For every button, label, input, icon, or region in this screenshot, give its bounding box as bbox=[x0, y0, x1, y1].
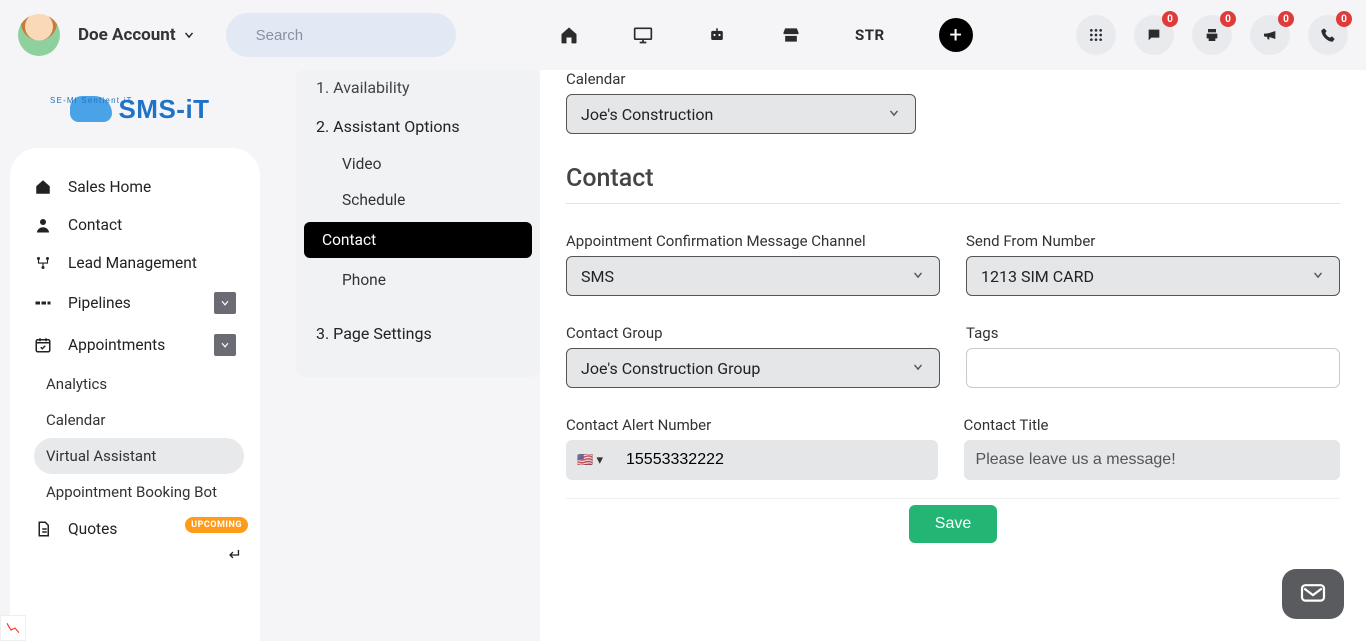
chevron-down-icon bbox=[911, 359, 925, 378]
print-badge: 0 bbox=[1220, 11, 1236, 27]
nav-label: Sales Home bbox=[68, 178, 151, 196]
print-icon[interactable]: 0 bbox=[1192, 15, 1232, 55]
nav-label: Appointments bbox=[68, 336, 165, 354]
megaphone-icon[interactable]: 0 bbox=[1250, 15, 1290, 55]
step-availability[interactable]: 1. Availability bbox=[296, 76, 540, 107]
nav-sales-home[interactable]: Sales Home bbox=[10, 168, 260, 206]
account-name: Doe Account bbox=[78, 25, 176, 45]
apps-grid-icon[interactable] bbox=[1076, 15, 1116, 55]
chevron-down-icon bbox=[214, 334, 236, 356]
nav-label: Contact bbox=[68, 216, 122, 234]
contact-title-label: Contact Title bbox=[964, 416, 1340, 434]
nav-pipelines[interactable]: Pipelines bbox=[10, 282, 260, 324]
step-contact[interactable]: Contact bbox=[304, 222, 532, 258]
pipeline-icon bbox=[34, 294, 60, 312]
nav-label: Pipelines bbox=[68, 294, 131, 312]
calendar-select[interactable]: Joe's Construction bbox=[566, 94, 916, 134]
tags-label: Tags bbox=[966, 324, 1340, 342]
step-page-settings[interactable]: 3. Page Settings bbox=[296, 314, 540, 353]
nav-virtual-assistant[interactable]: Virtual Assistant bbox=[34, 438, 244, 474]
appointments-submenu: Analytics Calendar Virtual Assistant App… bbox=[10, 366, 260, 510]
contact-group-label: Contact Group bbox=[566, 324, 940, 342]
calendar-icon bbox=[34, 336, 60, 354]
graph-icon bbox=[34, 254, 60, 272]
nav-analytics[interactable]: Analytics bbox=[46, 366, 260, 402]
contact-group-value: Joe's Construction Group bbox=[581, 359, 760, 378]
nav-quotes[interactable]: Quotes UPCOMING ↵ bbox=[10, 510, 260, 548]
enter-icon: ↵ bbox=[229, 545, 242, 564]
chevron-down-icon bbox=[887, 105, 901, 124]
mail-icon bbox=[1299, 583, 1327, 605]
robot-icon[interactable] bbox=[707, 25, 727, 45]
alert-number-label: Contact Alert Number bbox=[566, 416, 938, 434]
left-column: SMS-iT SE-Mi Sentient iT Sales Home Cont… bbox=[0, 70, 280, 641]
section-title: Contact bbox=[566, 164, 1340, 193]
step-assistant-options[interactable]: 2. Assistant Options bbox=[296, 107, 540, 146]
account-switcher[interactable]: Doe Account bbox=[78, 25, 196, 45]
chat-icon[interactable]: 0 bbox=[1134, 15, 1174, 55]
logo-tagline: SE-Mi Sentient iT bbox=[50, 96, 133, 105]
phone-badge: 0 bbox=[1336, 11, 1352, 27]
search-box[interactable] bbox=[226, 13, 456, 57]
nav-calendar[interactable]: Calendar bbox=[46, 402, 260, 438]
step-schedule[interactable]: Schedule bbox=[296, 182, 540, 218]
nav-contact[interactable]: Contact bbox=[10, 206, 260, 244]
upcoming-badge: UPCOMING bbox=[185, 517, 248, 533]
contact-title-input[interactable] bbox=[964, 440, 1340, 480]
search-input[interactable] bbox=[254, 26, 457, 45]
channel-select[interactable]: SMS bbox=[566, 256, 940, 296]
main-nav: Sales Home Contact Lead Management Pipel… bbox=[10, 148, 260, 641]
logo: SMS-iT SE-Mi Sentient iT bbox=[0, 70, 280, 148]
home-icon bbox=[34, 178, 60, 196]
phone-icon[interactable]: 0 bbox=[1308, 15, 1348, 55]
tags-input[interactable] bbox=[966, 348, 1340, 388]
add-button[interactable]: + bbox=[939, 18, 973, 52]
alert-number-field[interactable]: 🇺🇸 ▾ bbox=[566, 440, 938, 480]
channel-value: SMS bbox=[581, 267, 614, 286]
str-link[interactable]: STR bbox=[855, 26, 885, 44]
steps-nav: 1. Availability 2. Assistant Options Vid… bbox=[280, 70, 540, 641]
chevron-down-icon bbox=[182, 28, 196, 42]
from-number-label: Send From Number bbox=[966, 232, 1340, 250]
document-icon bbox=[34, 520, 60, 538]
nav-label: Lead Management bbox=[68, 254, 197, 272]
from-number-value: 1213 SIM CARD bbox=[981, 267, 1094, 286]
channel-label: Appointment Confirmation Message Channel bbox=[566, 232, 940, 250]
top-bar: Doe Account STR + 0 0 bbox=[0, 0, 1366, 70]
top-right-actions: 0 0 0 0 bbox=[1076, 15, 1348, 55]
top-center-nav: STR + bbox=[496, 18, 1036, 52]
nav-booking-bot[interactable]: Appointment Booking Bot bbox=[46, 474, 260, 510]
laravel-icon[interactable] bbox=[0, 615, 26, 641]
store-icon[interactable] bbox=[781, 25, 801, 45]
home-icon[interactable] bbox=[559, 25, 579, 45]
avatar[interactable] bbox=[18, 14, 60, 56]
announce-badge: 0 bbox=[1278, 11, 1294, 27]
from-number-select[interactable]: 1213 SIM CARD bbox=[966, 256, 1340, 296]
monitor-icon[interactable] bbox=[633, 25, 653, 45]
main-form-panel: Calendar Joe's Construction Contact Appo… bbox=[540, 70, 1366, 641]
divider bbox=[566, 203, 1340, 204]
chevron-down-icon bbox=[1311, 267, 1325, 286]
chevron-down-icon bbox=[911, 267, 925, 286]
flag-us-icon[interactable]: 🇺🇸 ▾ bbox=[566, 440, 614, 480]
nav-appointments[interactable]: Appointments bbox=[10, 324, 260, 366]
calendar-value: Joe's Construction bbox=[581, 105, 713, 124]
save-button[interactable]: Save bbox=[909, 505, 997, 543]
step-video[interactable]: Video bbox=[296, 146, 540, 182]
help-chat-button[interactable] bbox=[1282, 569, 1344, 619]
chevron-down-icon bbox=[214, 292, 236, 314]
calendar-label: Calendar bbox=[566, 70, 1340, 88]
step-phone[interactable]: Phone bbox=[296, 262, 540, 298]
alert-number-input[interactable] bbox=[614, 440, 938, 480]
nav-label: Quotes bbox=[68, 520, 117, 538]
contact-group-select[interactable]: Joe's Construction Group bbox=[566, 348, 940, 388]
nav-lead-management[interactable]: Lead Management bbox=[10, 244, 260, 282]
chat-badge: 0 bbox=[1162, 11, 1178, 27]
user-icon bbox=[34, 216, 60, 234]
